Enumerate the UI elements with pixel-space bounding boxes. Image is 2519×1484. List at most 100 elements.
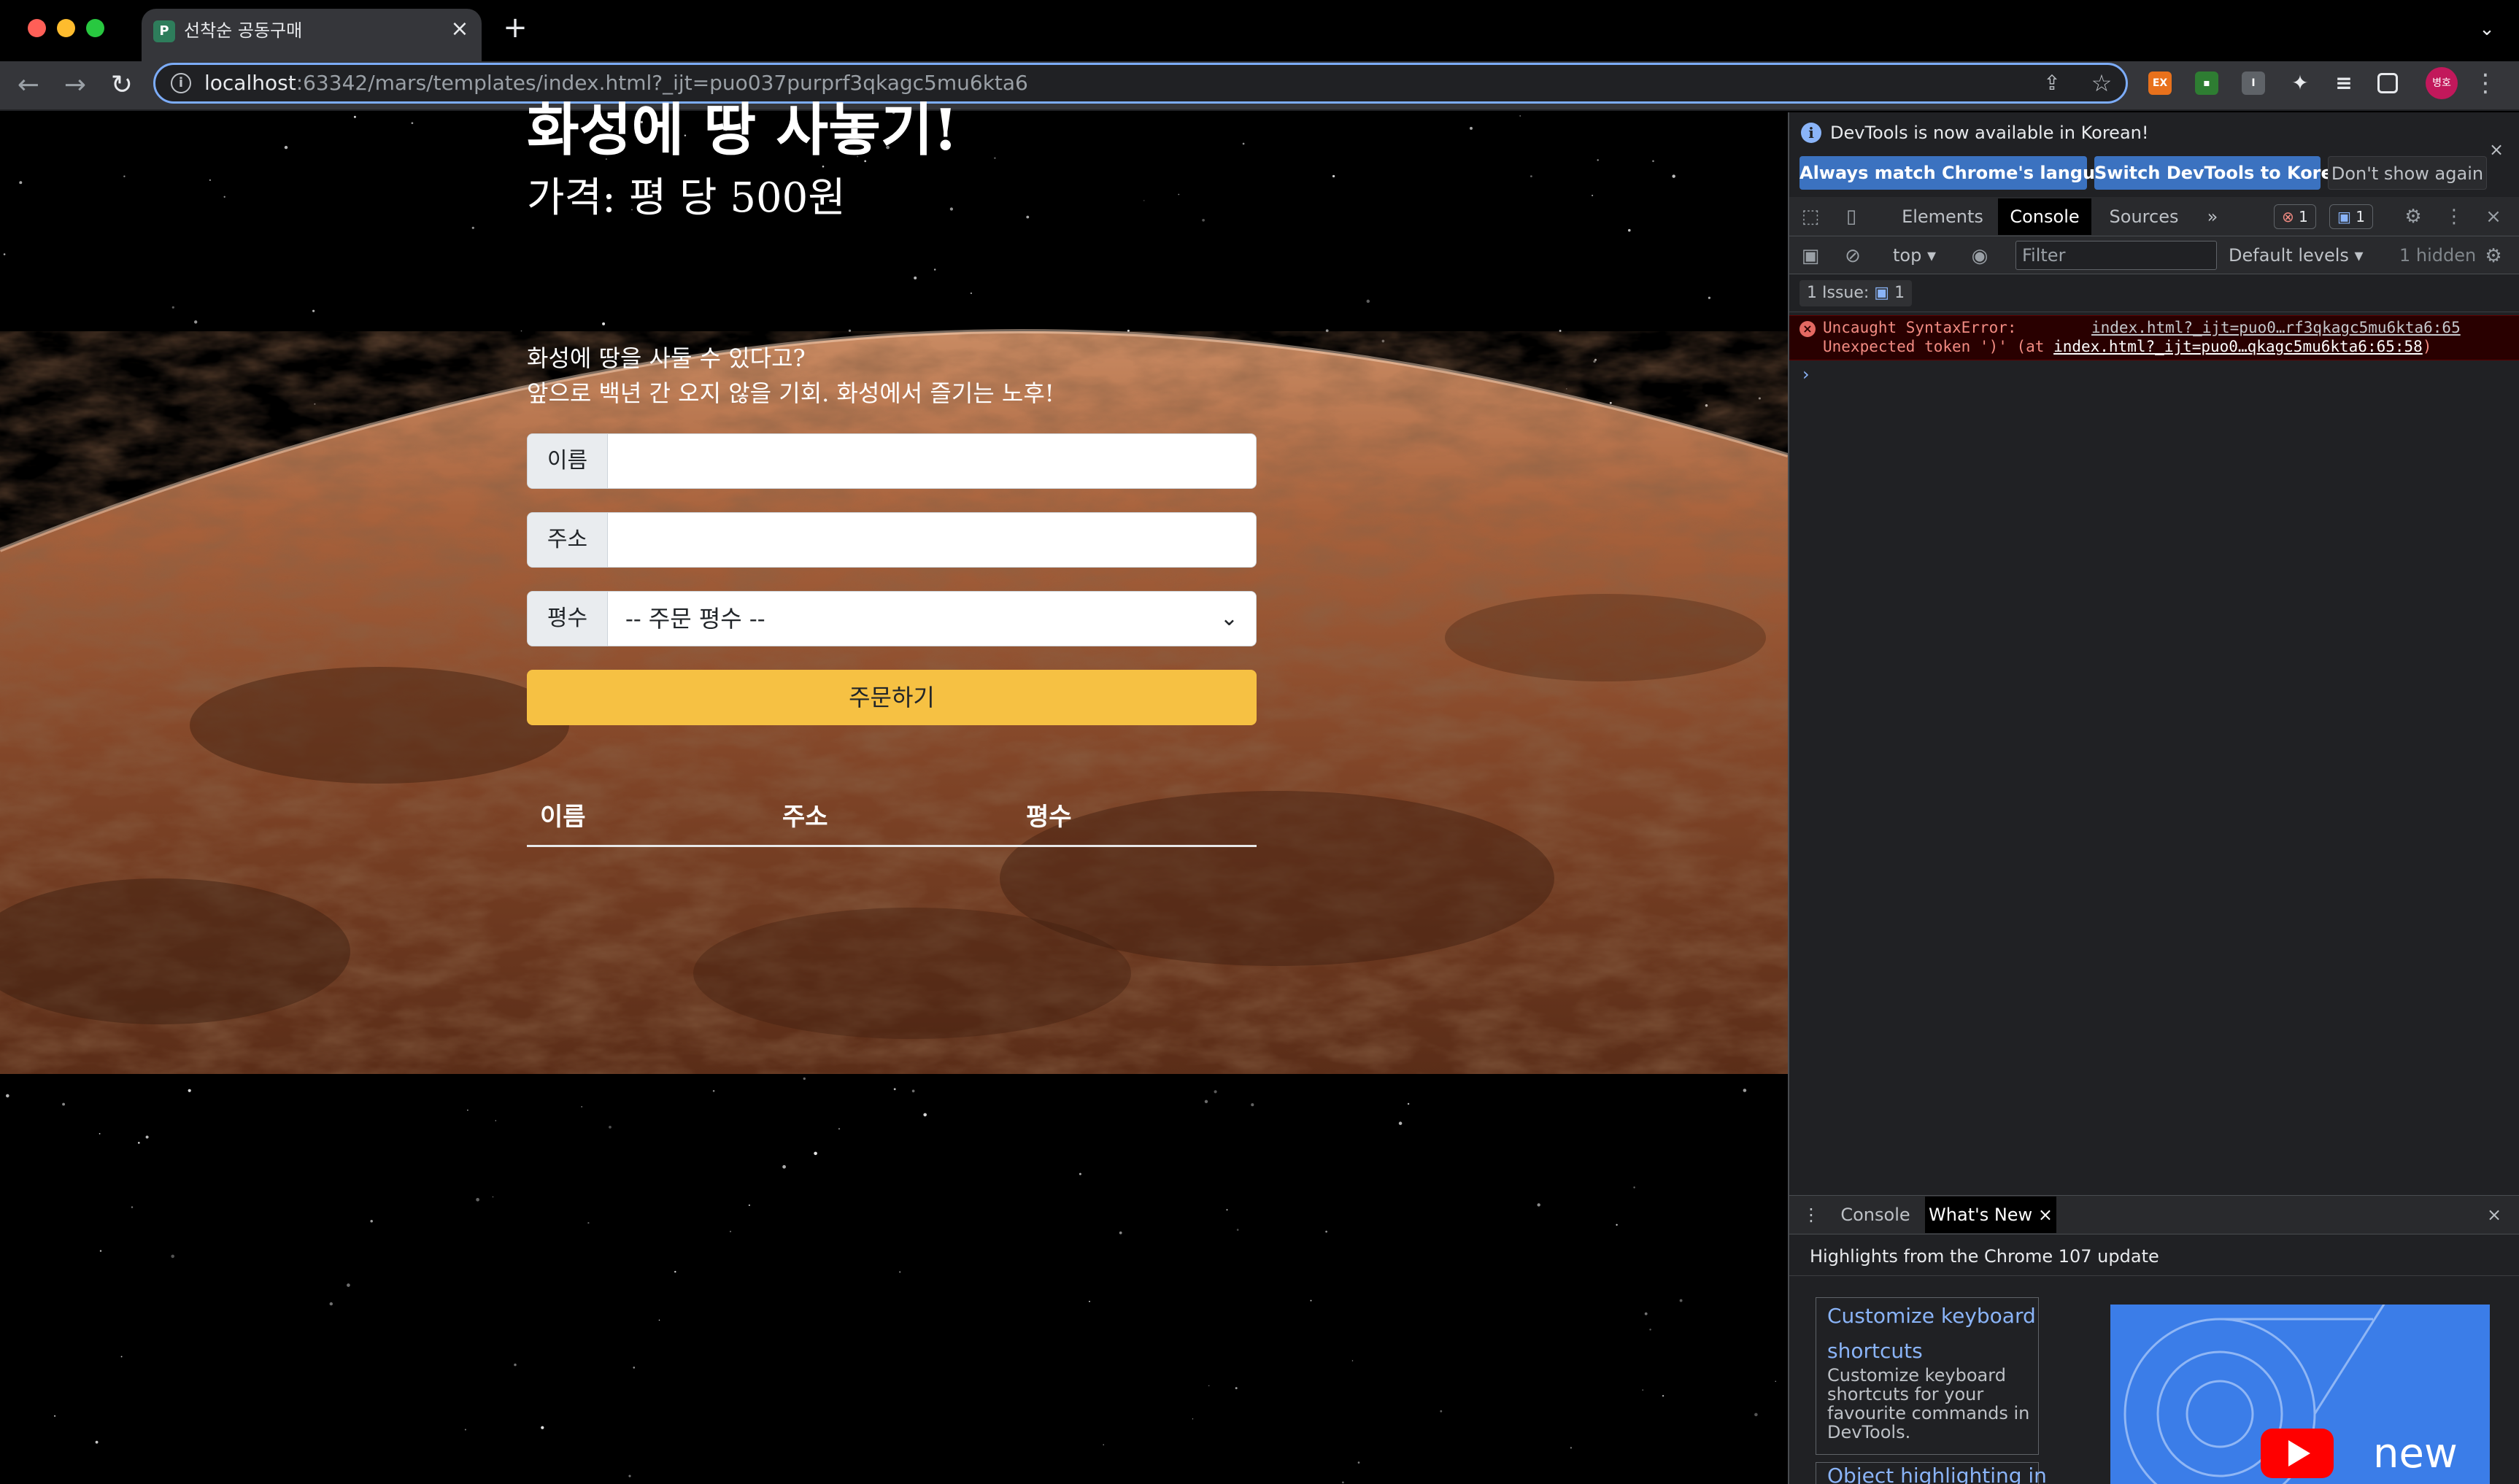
promo-text: new <box>2373 1430 2458 1477</box>
star <box>658 1319 660 1321</box>
profile-avatar[interactable]: 병호 <box>2426 67 2458 99</box>
star <box>370 1220 373 1223</box>
star <box>782 1164 786 1169</box>
show-sidebar-icon[interactable]: ▣ <box>1798 244 1823 268</box>
star <box>131 1206 134 1208</box>
star <box>171 1254 175 1259</box>
tab-close-icon[interactable]: × <box>447 16 473 42</box>
forward-arrow-icon[interactable]: → <box>57 67 93 104</box>
star <box>476 1197 479 1202</box>
feature-card-title[interactable]: Object highlighting in <box>1827 1464 2047 1484</box>
site-info-icon[interactable]: i <box>171 73 191 93</box>
console-filter-input[interactable]: Filter <box>2015 241 2217 270</box>
tab-console[interactable]: Console <box>1998 198 2091 235</box>
error-source-link-text[interactable]: index.html?_ijt=puo0…rf3qkagc5mu6kta6:65 <box>2091 319 2461 336</box>
issues-label: 1 Issue: <box>1807 284 1870 302</box>
media-queue-icon[interactable]: ≡ <box>2332 72 2356 95</box>
log-levels-dropdown[interactable]: Default levels ▾ <box>2229 242 2364 268</box>
always-match-language-button[interactable]: Always match Chrome's language <box>1799 156 2132 190</box>
order-button[interactable]: 주문하기 <box>527 670 1257 725</box>
star <box>1089 1300 1090 1302</box>
star <box>899 1271 901 1273</box>
error-source-link[interactable]: index.html?_ijt=puo0…rf3qkagc5mu6kta6:65 <box>2091 318 2461 337</box>
name-label: 이름 <box>528 434 608 488</box>
message-count: 1 <box>2356 208 2365 225</box>
star <box>1251 1103 1254 1107</box>
tab-sources[interactable]: Sources <box>2099 198 2189 235</box>
log-levels-value: Default levels <box>2229 245 2349 266</box>
star <box>54 1415 56 1417</box>
message-count-badge[interactable]: ▣ 1 <box>2329 204 2373 229</box>
error-line-2-prefix: Unexpected token ')' (at <box>1823 338 2054 355</box>
switch-to-korean-button[interactable]: Switch DevTools to Korean <box>2094 156 2357 190</box>
settings-gear-icon[interactable]: ⚙ <box>2401 204 2426 229</box>
minimize-window-button[interactable] <box>57 19 75 37</box>
star <box>1644 1312 1648 1315</box>
star <box>893 1088 896 1091</box>
console-settings-gear-icon[interactable]: ⚙ <box>2481 244 2506 268</box>
device-toolbar-icon[interactable]: ▯ <box>1839 204 1864 229</box>
close-window-button[interactable] <box>28 19 46 37</box>
context-selector[interactable]: top ▾ <box>1893 242 1936 268</box>
close-devtools-icon[interactable]: × <box>2481 204 2506 229</box>
drawer-menu-icon[interactable]: ⋮ <box>1798 1197 1824 1233</box>
star <box>1649 1329 1651 1331</box>
whats-new-video-thumbnail[interactable]: new <box>2110 1305 2490 1484</box>
close-whats-new-icon[interactable]: × <box>2038 1205 2053 1225</box>
chrome-menu-icon[interactable]: ⋮ <box>2469 67 2501 99</box>
star <box>188 1089 191 1092</box>
error-line-2-suffix: ) <box>2422 338 2432 355</box>
error-line-1: Uncaught SyntaxError: <box>1823 319 2017 336</box>
name-input[interactable] <box>608 434 1256 488</box>
star <box>495 1120 497 1121</box>
reload-icon[interactable]: ↻ <box>104 67 140 104</box>
error-count-badge[interactable]: ⊗ 1 <box>2274 204 2316 229</box>
error-location-link[interactable]: index.html?_ijt=puo0…qkagc5mu6kta6:65:58 <box>2053 338 2423 355</box>
extension-green-icon[interactable]: ▪ <box>2195 72 2218 95</box>
maximize-window-button[interactable] <box>86 19 104 37</box>
new-tab-icon[interactable]: + <box>501 13 530 42</box>
table-header-size: 평수 <box>1026 803 1072 832</box>
extension-ex-icon[interactable]: EX <box>2148 72 2172 95</box>
drawer-tab-console[interactable]: Console <box>1833 1197 1918 1233</box>
bookmark-star-icon[interactable]: ☆ <box>2088 70 2115 96</box>
table-header-divider <box>527 845 1257 847</box>
extensions-puzzle-icon[interactable]: ✦ <box>2288 72 2312 95</box>
table-header-address: 주소 <box>782 803 828 832</box>
dont-show-again-button[interactable]: Don't show again <box>2328 156 2487 190</box>
tab-search-chevron-icon[interactable]: ⌄ <box>2474 16 2500 42</box>
star <box>587 1221 590 1224</box>
star <box>1754 1412 1758 1417</box>
drawer-tab-whats-new[interactable]: What's New × <box>1925 1197 2056 1233</box>
devtools-menu-icon[interactable]: ⋮ <box>2442 204 2466 229</box>
tab-elements[interactable]: Elements <box>1893 198 1992 235</box>
star <box>729 1230 732 1232</box>
clear-console-icon[interactable]: ⊘ <box>1840 244 1865 268</box>
back-arrow-icon[interactable]: ← <box>10 67 47 104</box>
address-label: 주소 <box>528 513 608 567</box>
issues-button[interactable]: 1 Issue: ▣ 1 <box>1799 280 1913 306</box>
live-expression-eye-icon[interactable]: ◉ <box>1967 244 1992 268</box>
feature-card-description: Customize keyboard shortcuts for your fa… <box>1827 1365 2030 1442</box>
star <box>1310 1299 1312 1302</box>
side-panel-icon[interactable] <box>2377 73 2398 93</box>
close-drawer-icon[interactable]: × <box>2481 1197 2507 1233</box>
price-heading: 가격: 평 당 500원 <box>527 174 846 222</box>
star <box>1357 1461 1360 1464</box>
star <box>1440 1410 1443 1412</box>
inspect-element-icon[interactable]: ⬚ <box>1798 204 1823 229</box>
extension-i-icon[interactable]: I <box>2242 72 2265 95</box>
star <box>1192 1418 1194 1420</box>
feature-card-title[interactable]: Customize keyboard shortcuts <box>1827 1299 2039 1369</box>
star <box>1325 1230 1327 1233</box>
table-header-name: 이름 <box>540 803 586 832</box>
console-prompt[interactable]: › <box>1802 363 1810 385</box>
share-icon[interactable]: ⇪ <box>2039 70 2065 96</box>
infobar-close-icon[interactable]: × <box>2485 139 2507 161</box>
star <box>1236 1229 1239 1231</box>
more-tabs-icon[interactable]: » <box>2198 198 2227 235</box>
page-title: 화성에 땅 사놓기! <box>527 97 958 163</box>
size-select[interactable]: -- 주문 평수 -- ⌄ <box>608 592 1256 646</box>
address-input[interactable] <box>608 513 1256 567</box>
star <box>1079 1172 1081 1175</box>
